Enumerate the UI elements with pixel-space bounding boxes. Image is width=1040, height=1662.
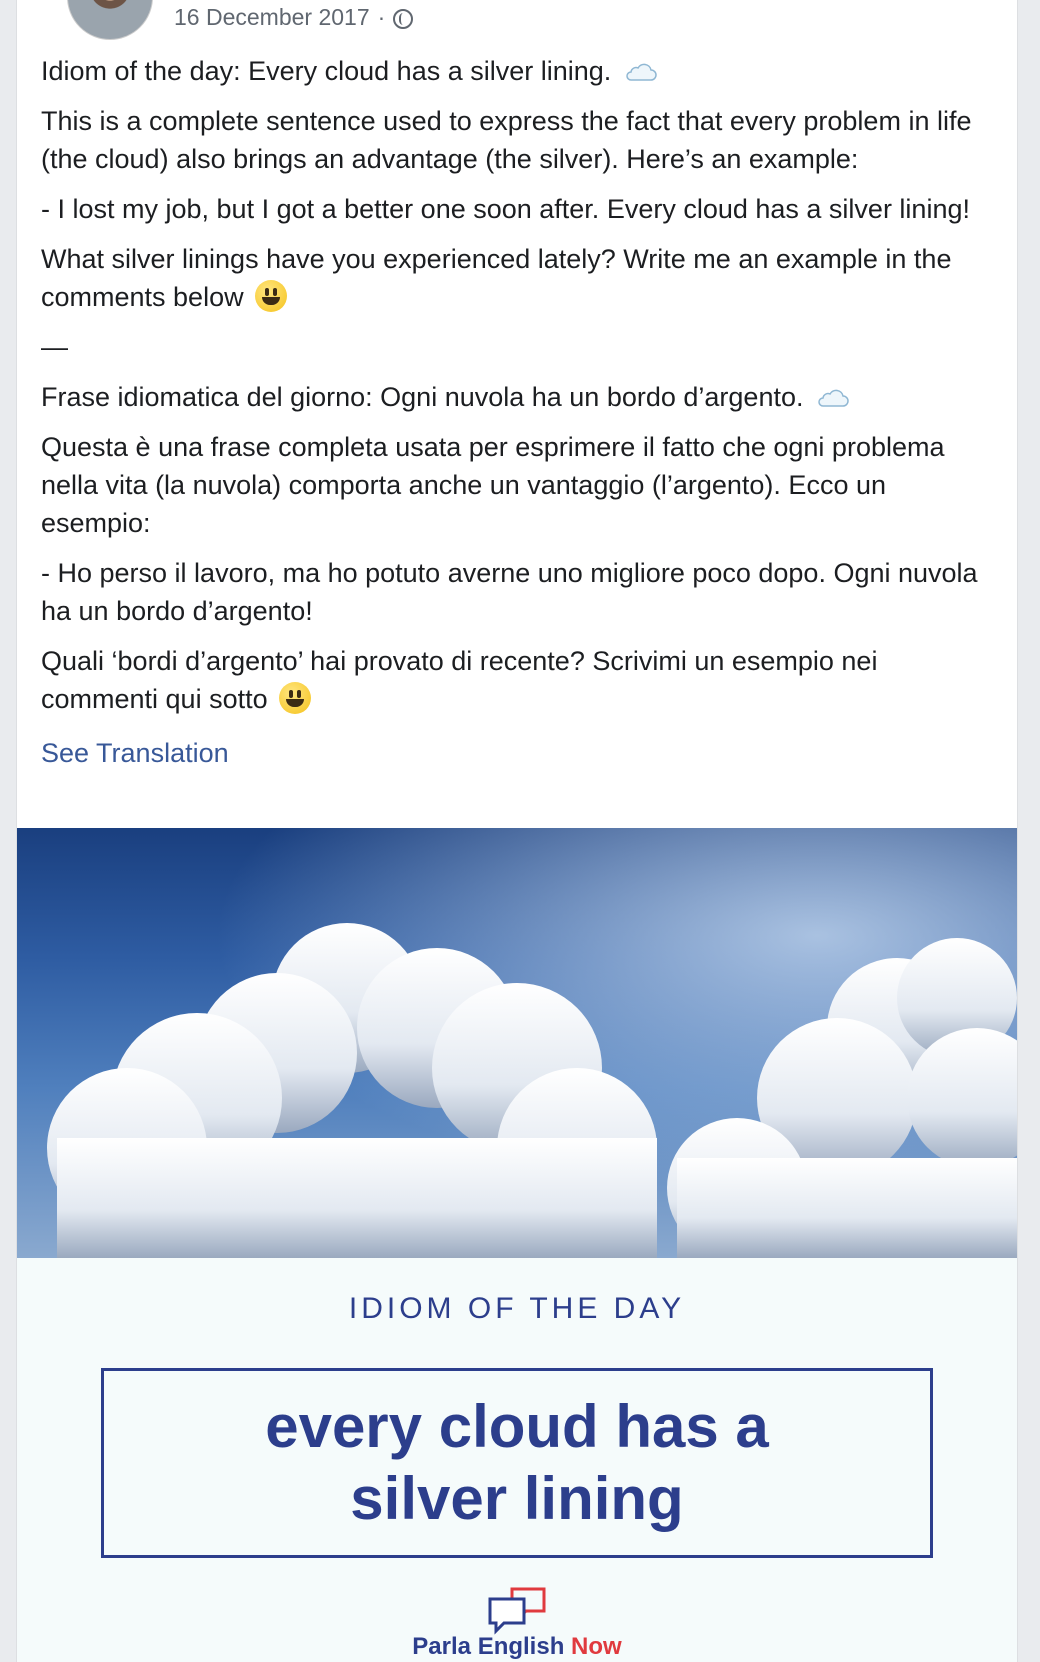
paragraph-4: What silver linings have you experienced… <box>41 240 991 316</box>
promo-kicker: IDIOM OF THE DAY <box>348 1292 686 1325</box>
smile-icon <box>279 682 312 714</box>
brand-part-3: Now <box>571 1633 622 1660</box>
cloud-icon <box>625 54 657 81</box>
paragraph-6: Questa è una frase completa usata per es… <box>41 432 945 538</box>
cloud-icon <box>817 380 849 407</box>
paragraph-1: Idiom of the day: Every cloud has a silv… <box>41 52 991 90</box>
brand-logo: Parla English Now <box>17 1583 1017 1661</box>
globe-icon[interactable] <box>393 8 414 29</box>
cloud-illustration <box>17 828 1017 1258</box>
smile-icon <box>255 280 288 312</box>
paragraph-4-text: What silver linings have you experienced… <box>41 244 952 312</box>
see-translation-link[interactable]: See Translation <box>41 734 229 772</box>
post-header: 16 December 2017 · <box>39 0 989 40</box>
paragraph-8-text: Quali ‘bordi d’argento’ hai provato di r… <box>41 646 878 714</box>
paragraph-5: Frase idiomatica del giorno: Ogni nuvola… <box>41 378 991 416</box>
paragraph-1-text: Idiom of the day: Every cloud has a silv… <box>41 56 612 86</box>
paragraph-2: This is a complete sentence used to expr… <box>41 106 972 174</box>
avatar[interactable] <box>67 0 153 40</box>
promo-box: every cloud has a silver lining <box>101 1368 933 1558</box>
paragraph-7: - Ho perso il lavoro, ma ho potuto avern… <box>41 558 978 626</box>
paragraph-5-text: Frase idiomatica del giorno: Ogni nuvola… <box>41 382 804 412</box>
speech-bubbles-icon <box>488 1587 546 1635</box>
brand-part-1: Parla <box>412 1633 472 1660</box>
promo-title: every cloud has a silver lining <box>265 1393 769 1532</box>
post-text: Idiom of the day: Every cloud has a silv… <box>41 52 991 772</box>
meta-separator: · <box>377 4 386 30</box>
post-card: 16 December 2017 · Idiom of the day: Eve… <box>16 0 1018 1662</box>
post-meta: 16 December 2017 · <box>174 4 414 31</box>
brand-part-2: English <box>477 1633 565 1660</box>
divider-dash: — <box>41 332 68 362</box>
post-date[interactable]: 16 December 2017 <box>174 4 370 31</box>
paragraph-3: - I lost my job, but I got a better one … <box>41 194 970 224</box>
promo-graphic: IDIOM OF THE DAY every cloud has a silve… <box>17 1258 1017 1662</box>
brand-name: Parla English Now <box>17 1633 1017 1661</box>
cloud-photo[interactable] <box>17 828 1017 1258</box>
paragraph-8: Quali ‘bordi d’argento’ hai provato di r… <box>41 642 991 718</box>
